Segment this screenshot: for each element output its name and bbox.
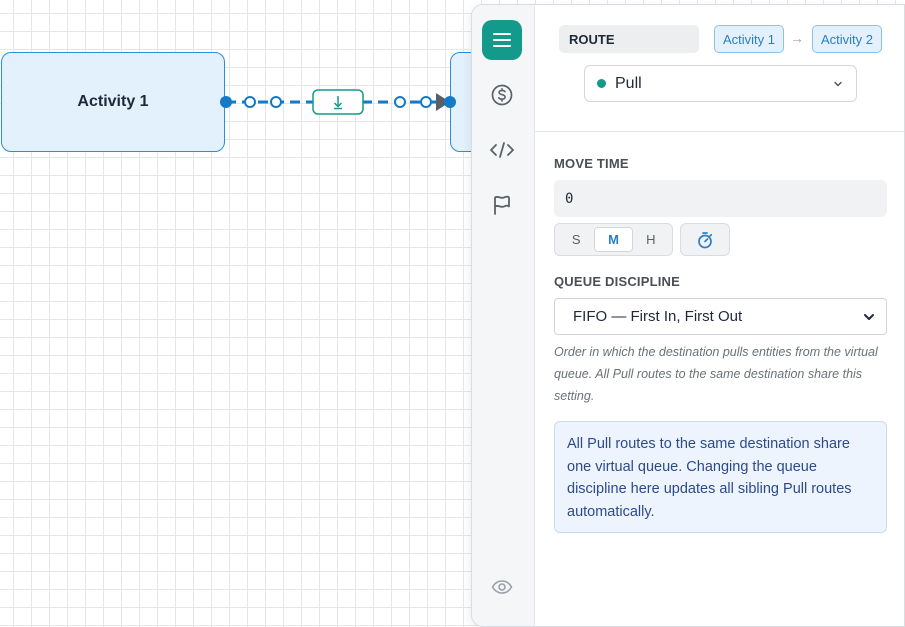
tab-properties[interactable] bbox=[482, 20, 522, 60]
panel-content: ROUTE Activity 1 → Activity 2 Pull MOVE … bbox=[535, 5, 904, 626]
queue-discipline-value: FIFO — First In, First Out bbox=[573, 308, 743, 325]
chevron-down-icon bbox=[834, 81, 842, 86]
chevron-down-icon bbox=[864, 313, 874, 320]
tab-cost[interactable] bbox=[482, 75, 522, 115]
properties-panel: ROUTE Activity 1 → Activity 2 Pull MOVE … bbox=[471, 4, 905, 627]
time-unit-toggle: S M H bbox=[554, 223, 673, 256]
waypoint-handle[interactable] bbox=[394, 96, 406, 108]
info-callout: All Pull routes to the same destination … bbox=[554, 421, 887, 533]
code-icon bbox=[490, 142, 514, 158]
unit-seconds-button[interactable]: S bbox=[558, 227, 594, 252]
eye-icon bbox=[491, 580, 513, 594]
tab-code[interactable] bbox=[482, 130, 522, 170]
route-to-chip[interactable]: Activity 2 bbox=[812, 25, 883, 53]
route-type-select[interactable]: Pull bbox=[584, 65, 857, 102]
unit-minutes-button[interactable]: M bbox=[594, 227, 633, 252]
section-divider bbox=[535, 131, 904, 132]
queue-discipline-help: Order in which the destination pulls ent… bbox=[554, 345, 878, 403]
route-from-chip[interactable]: Activity 1 bbox=[714, 25, 785, 53]
menu-icon bbox=[493, 33, 511, 47]
waypoint-handle[interactable] bbox=[420, 96, 432, 108]
waypoint-handle[interactable] bbox=[270, 96, 282, 108]
flag-icon bbox=[494, 195, 510, 215]
target-port-handle[interactable] bbox=[444, 96, 456, 108]
source-port-handle[interactable] bbox=[220, 96, 232, 108]
panel-tab-rail bbox=[472, 5, 535, 626]
tab-visibility[interactable] bbox=[482, 567, 522, 607]
route-type-value: Pull bbox=[615, 74, 642, 92]
unit-hours-button[interactable]: H bbox=[633, 227, 669, 252]
distribution-timer-button[interactable] bbox=[680, 223, 730, 256]
tab-goals[interactable] bbox=[482, 185, 522, 225]
status-dot-icon bbox=[597, 79, 606, 88]
move-time-input[interactable]: 0 bbox=[554, 180, 887, 217]
route-header: ROUTE Activity 1 → Activity 2 Pull bbox=[559, 25, 904, 135]
dollar-icon bbox=[491, 84, 513, 106]
waypoint-handle[interactable] bbox=[244, 96, 256, 108]
stopwatch-icon bbox=[698, 231, 713, 248]
route-section-label: ROUTE bbox=[559, 25, 699, 53]
move-time-title: MOVE TIME bbox=[554, 156, 629, 171]
queue-discipline-select[interactable]: FIFO — First In, First Out bbox=[554, 298, 887, 335]
queue-discipline-title: QUEUE DISCIPLINE bbox=[554, 274, 680, 289]
arrow-right-icon: → bbox=[790, 30, 804, 46]
